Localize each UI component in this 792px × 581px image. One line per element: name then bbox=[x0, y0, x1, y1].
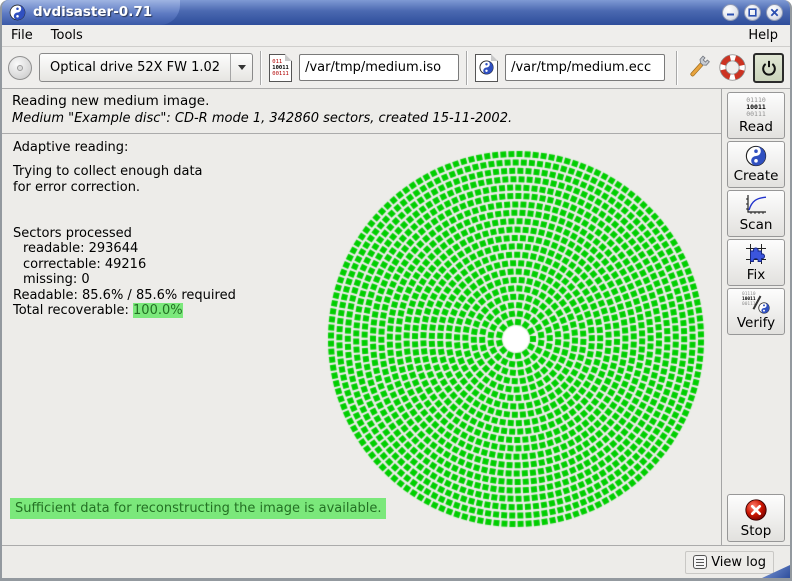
read-button[interactable]: 01110 10011 00111 Read bbox=[727, 92, 785, 139]
yinyang-icon bbox=[745, 145, 767, 167]
app-yinyang-icon bbox=[9, 4, 26, 21]
maximize-icon bbox=[748, 8, 757, 17]
total-recoverable-row: Total recoverable: 100.0% bbox=[13, 303, 313, 319]
action-sidebar: 01110 10011 00111 Read Create Scan bbox=[721, 89, 790, 545]
readable-summary: Readable: 85.6% / 85.6% required bbox=[13, 288, 313, 304]
status-line-1: Reading new medium image. bbox=[12, 93, 713, 109]
status-header: Reading new medium image. Medium "Exampl… bbox=[2, 89, 723, 134]
menu-bar: File Tools Help bbox=[2, 25, 790, 47]
sectors-correctable: correctable: 49216 bbox=[13, 257, 313, 273]
binary-icon: 01110 10011 00111 bbox=[746, 97, 766, 118]
image-file-icon: 011 10011 00111 bbox=[269, 54, 292, 82]
reading-mode-label: Adaptive reading: bbox=[13, 140, 313, 156]
maximize-button[interactable] bbox=[744, 4, 761, 21]
wrench-icon[interactable] bbox=[685, 54, 712, 81]
status-line-2: Medium "Example disc": CD-R mode 1, 3428… bbox=[12, 111, 713, 126]
status-bar: View log bbox=[2, 545, 790, 578]
menu-tools[interactable]: Tools bbox=[42, 26, 92, 45]
stop-button[interactable]: Stop bbox=[727, 494, 785, 542]
total-recoverable-label: Total recoverable: bbox=[13, 303, 133, 318]
fix-label: Fix bbox=[747, 267, 766, 283]
view-log-button[interactable]: View log bbox=[685, 551, 774, 574]
toolbar: Optical drive 52X FW 1.02 011 10011 0011… bbox=[2, 47, 790, 89]
stop-icon bbox=[744, 498, 768, 522]
ecc-file-input[interactable] bbox=[505, 54, 665, 81]
toolbar-separator bbox=[466, 51, 468, 85]
power-icon bbox=[759, 58, 779, 78]
quit-button[interactable] bbox=[753, 53, 784, 83]
total-recoverable-value: 100.0% bbox=[133, 303, 183, 318]
menu-help[interactable]: Help bbox=[736, 26, 790, 45]
read-label: Read bbox=[739, 119, 773, 135]
sectors-missing: missing: 0 bbox=[13, 272, 313, 288]
log-icon bbox=[693, 555, 707, 569]
description-line-2: for error correction. bbox=[13, 180, 313, 196]
window-title: dvdisaster-0.71 bbox=[33, 4, 152, 20]
ecc-file-icon bbox=[475, 54, 498, 82]
toolbar-separator bbox=[676, 51, 678, 85]
drive-selector-value: Optical drive 52X FW 1.02 bbox=[40, 60, 230, 75]
create-label: Create bbox=[734, 168, 779, 184]
lifebelt-icon[interactable] bbox=[719, 54, 746, 81]
info-panel: Adaptive reading: Trying to collect enou… bbox=[13, 140, 313, 319]
scan-label: Scan bbox=[740, 217, 773, 233]
fix-button[interactable]: Fix bbox=[727, 239, 785, 286]
close-button[interactable] bbox=[766, 4, 783, 21]
yinyang-icon bbox=[479, 60, 494, 75]
puzzle-icon bbox=[744, 242, 768, 266]
scan-button[interactable]: Scan bbox=[727, 190, 785, 237]
verify-icon: 01110 10011 00111 bbox=[742, 292, 770, 314]
minimize-button[interactable] bbox=[722, 4, 739, 21]
verify-button[interactable]: 01110 10011 00111 Verify bbox=[727, 288, 785, 335]
sectors-title: Sectors processed bbox=[13, 226, 313, 242]
chart-icon bbox=[744, 194, 768, 216]
app-window: dvdisaster-0.71 File Tools Help Optical bbox=[0, 0, 792, 581]
stop-label: Stop bbox=[741, 523, 772, 539]
minimize-icon bbox=[726, 8, 735, 17]
yinyang-icon bbox=[758, 302, 770, 314]
chevron-down-icon bbox=[238, 65, 246, 70]
drive-selector-arrow[interactable] bbox=[230, 54, 252, 81]
verify-label: Verify bbox=[737, 315, 775, 331]
close-icon bbox=[770, 8, 779, 17]
optical-drive-icon bbox=[8, 56, 32, 80]
disc-visualization bbox=[316, 139, 716, 539]
image-file-input[interactable] bbox=[299, 54, 459, 81]
menu-file[interactable]: File bbox=[2, 26, 42, 45]
description-line-1: Trying to collect enough data bbox=[13, 164, 313, 180]
view-log-label: View log bbox=[711, 555, 766, 570]
drive-selector[interactable]: Optical drive 52X FW 1.02 bbox=[39, 53, 253, 82]
create-button[interactable]: Create bbox=[727, 141, 785, 188]
toolbar-separator bbox=[260, 51, 262, 85]
sectors-readable: readable: 293644 bbox=[13, 241, 313, 257]
title-bar[interactable]: dvdisaster-0.71 bbox=[2, 0, 790, 25]
